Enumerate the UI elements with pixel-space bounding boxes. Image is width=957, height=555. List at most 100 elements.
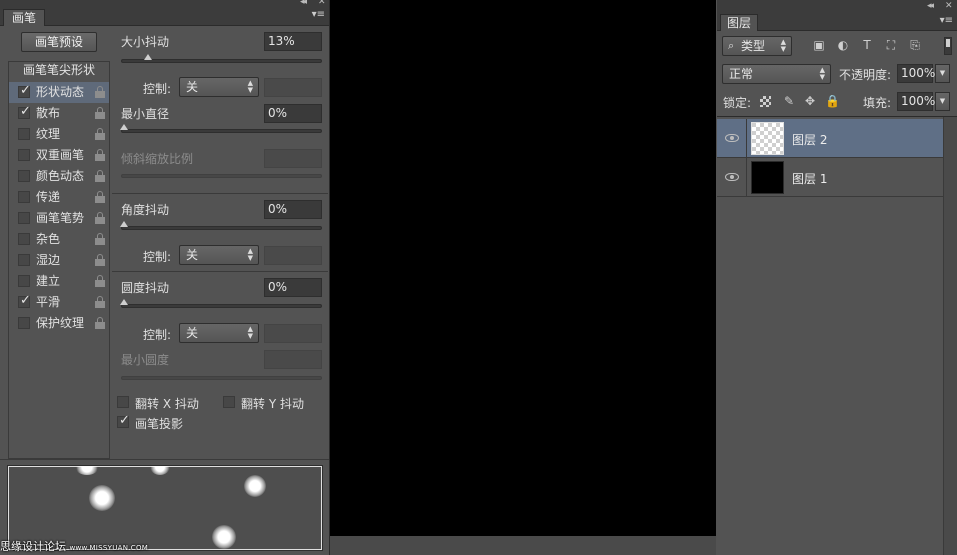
lock-icon[interactable]: [95, 296, 105, 308]
option-color-dynamics[interactable]: 颜色动态: [9, 166, 109, 187]
checkbox[interactable]: [18, 317, 30, 329]
roundness-jitter-slider[interactable]: [120, 299, 322, 308]
type-filter-icon[interactable]: T: [860, 38, 874, 52]
visibility-toggle[interactable]: [717, 158, 747, 197]
option-transfer[interactable]: 传递: [9, 187, 109, 208]
size-control-select[interactable]: 关 ▲ ▼: [179, 77, 259, 97]
lock-all-icon[interactable]: 🔒: [825, 94, 840, 108]
lock-icon[interactable]: [95, 233, 105, 245]
option-build-up[interactable]: 建立: [9, 271, 109, 292]
filter-toggle[interactable]: [944, 37, 952, 55]
roundness-control-field: [264, 324, 322, 343]
option-brush-pose[interactable]: 画笔笔势: [9, 208, 109, 229]
close-icon[interactable]: ✕: [945, 1, 953, 11]
slider-thumb[interactable]: [120, 221, 128, 227]
checkbox[interactable]: ✓: [18, 293, 31, 308]
checkbox[interactable]: [18, 128, 30, 140]
panel-menu-icon[interactable]: ▾≡: [940, 15, 953, 26]
check-icon: ✓: [20, 104, 31, 119]
brush-tip-shape-header[interactable]: 画笔笔尖形状: [9, 60, 109, 80]
slider-thumb[interactable]: [120, 299, 128, 305]
option-scattering[interactable]: ✓ 散布: [9, 103, 109, 124]
fill-label: 填充:: [863, 96, 892, 110]
checkbox[interactable]: [18, 233, 30, 245]
lock-transparent-icon[interactable]: [760, 96, 771, 107]
checkbox[interactable]: ✓: [18, 104, 31, 119]
option-label: 平滑: [36, 295, 61, 309]
search-icon: ⌕: [728, 39, 735, 52]
layer-row[interactable]: 图层 2: [717, 119, 943, 158]
option-shape-dynamics[interactable]: ✓ 形状动态: [9, 82, 109, 103]
close-icon[interactable]: ✕: [318, 0, 326, 7]
collapse-icon[interactable]: ◂◂: [300, 0, 307, 7]
canvas-area[interactable]: [329, 0, 716, 555]
roundness-jitter-input[interactable]: 0%: [264, 278, 322, 297]
lock-icon[interactable]: [95, 86, 105, 98]
size-jitter-input[interactable]: 13%: [264, 32, 322, 51]
layer-name[interactable]: 图层 1: [792, 170, 827, 187]
lock-position-icon[interactable]: ✥: [803, 94, 817, 108]
layer-filter-select[interactable]: ⌕ 类型 ▲ ▼: [722, 36, 792, 56]
slider-thumb[interactable]: [143, 54, 152, 60]
collapse-icon[interactable]: ◂◂: [927, 1, 934, 11]
size-jitter-slider[interactable]: [121, 54, 322, 63]
checkbox[interactable]: [18, 275, 30, 287]
option-noise[interactable]: 杂色: [9, 229, 109, 250]
lock-icon[interactable]: [95, 212, 105, 224]
lock-icon[interactable]: [95, 275, 105, 287]
lock-icon[interactable]: [95, 149, 105, 161]
brush-dot: [212, 525, 236, 549]
select-arrows-icon: ▲ ▼: [780, 38, 786, 53]
checkbox[interactable]: [18, 254, 30, 266]
tab-layers[interactable]: 图层: [720, 14, 759, 31]
brush-tab-row: 画笔 ▾≡: [0, 8, 329, 26]
lock-icon[interactable]: [95, 254, 105, 266]
slider-thumb[interactable]: [120, 124, 128, 130]
opacity-input[interactable]: 100%: [897, 64, 935, 83]
smart-object-filter-icon[interactable]: ⎘: [908, 38, 922, 52]
fill-dropdown[interactable]: ▼: [935, 92, 950, 111]
option-label: 双重画笔: [36, 148, 85, 162]
lock-icon[interactable]: [95, 128, 105, 140]
option-smoothing[interactable]: ✓ 平滑: [9, 292, 109, 313]
lock-icon[interactable]: [95, 107, 105, 119]
lock-icon[interactable]: [95, 170, 105, 182]
checkbox[interactable]: [18, 191, 30, 203]
adjustment-filter-icon[interactable]: ◐: [836, 38, 850, 52]
option-protect-texture[interactable]: 保护纹理: [9, 313, 109, 334]
option-texture[interactable]: 纹理: [9, 124, 109, 145]
brush-presets-button[interactable]: 画笔预设: [21, 32, 97, 52]
min-diameter-slider[interactable]: [120, 124, 322, 133]
roundness-control-select[interactable]: 关 ▲ ▼: [179, 323, 259, 343]
tab-brush[interactable]: 画笔: [3, 9, 46, 26]
visibility-toggle[interactable]: [717, 119, 747, 158]
layer-row[interactable]: 图层 1: [717, 158, 943, 197]
min-diameter-input[interactable]: 0%: [264, 104, 322, 123]
option-label: 传递: [36, 190, 61, 204]
document-canvas[interactable]: [330, 0, 716, 536]
fill-input[interactable]: 100%: [897, 92, 935, 111]
option-dual-brush[interactable]: 双重画笔: [9, 145, 109, 166]
angle-jitter-slider[interactable]: [120, 221, 322, 230]
shape-filter-icon[interactable]: ⛶: [884, 38, 898, 52]
image-filter-icon[interactable]: ▣: [812, 38, 826, 52]
flip-y-checkbox[interactable]: [223, 396, 235, 408]
brush-projection-checkbox[interactable]: ✓: [117, 413, 130, 428]
checkbox[interactable]: [18, 170, 30, 182]
checkbox[interactable]: [18, 212, 30, 224]
checkbox[interactable]: [18, 149, 30, 161]
lock-icon[interactable]: [95, 317, 105, 329]
angle-control-select[interactable]: 关 ▲ ▼: [179, 245, 259, 265]
panel-menu-icon[interactable]: ▾≡: [312, 9, 325, 20]
divider: [0, 459, 329, 460]
angle-jitter-input[interactable]: 0%: [264, 200, 322, 219]
layers-scrollbar[interactable]: [943, 117, 957, 555]
option-wet-edges[interactable]: 湿边: [9, 250, 109, 271]
blend-mode-select[interactable]: 正常 ▲ ▼: [722, 64, 831, 84]
flip-x-checkbox[interactable]: [117, 396, 129, 408]
lock-icon[interactable]: [95, 191, 105, 203]
checkbox[interactable]: ✓: [18, 83, 31, 98]
opacity-dropdown[interactable]: ▼: [935, 64, 950, 83]
lock-image-icon[interactable]: ✎: [782, 94, 796, 108]
layer-name[interactable]: 图层 2: [792, 131, 827, 148]
